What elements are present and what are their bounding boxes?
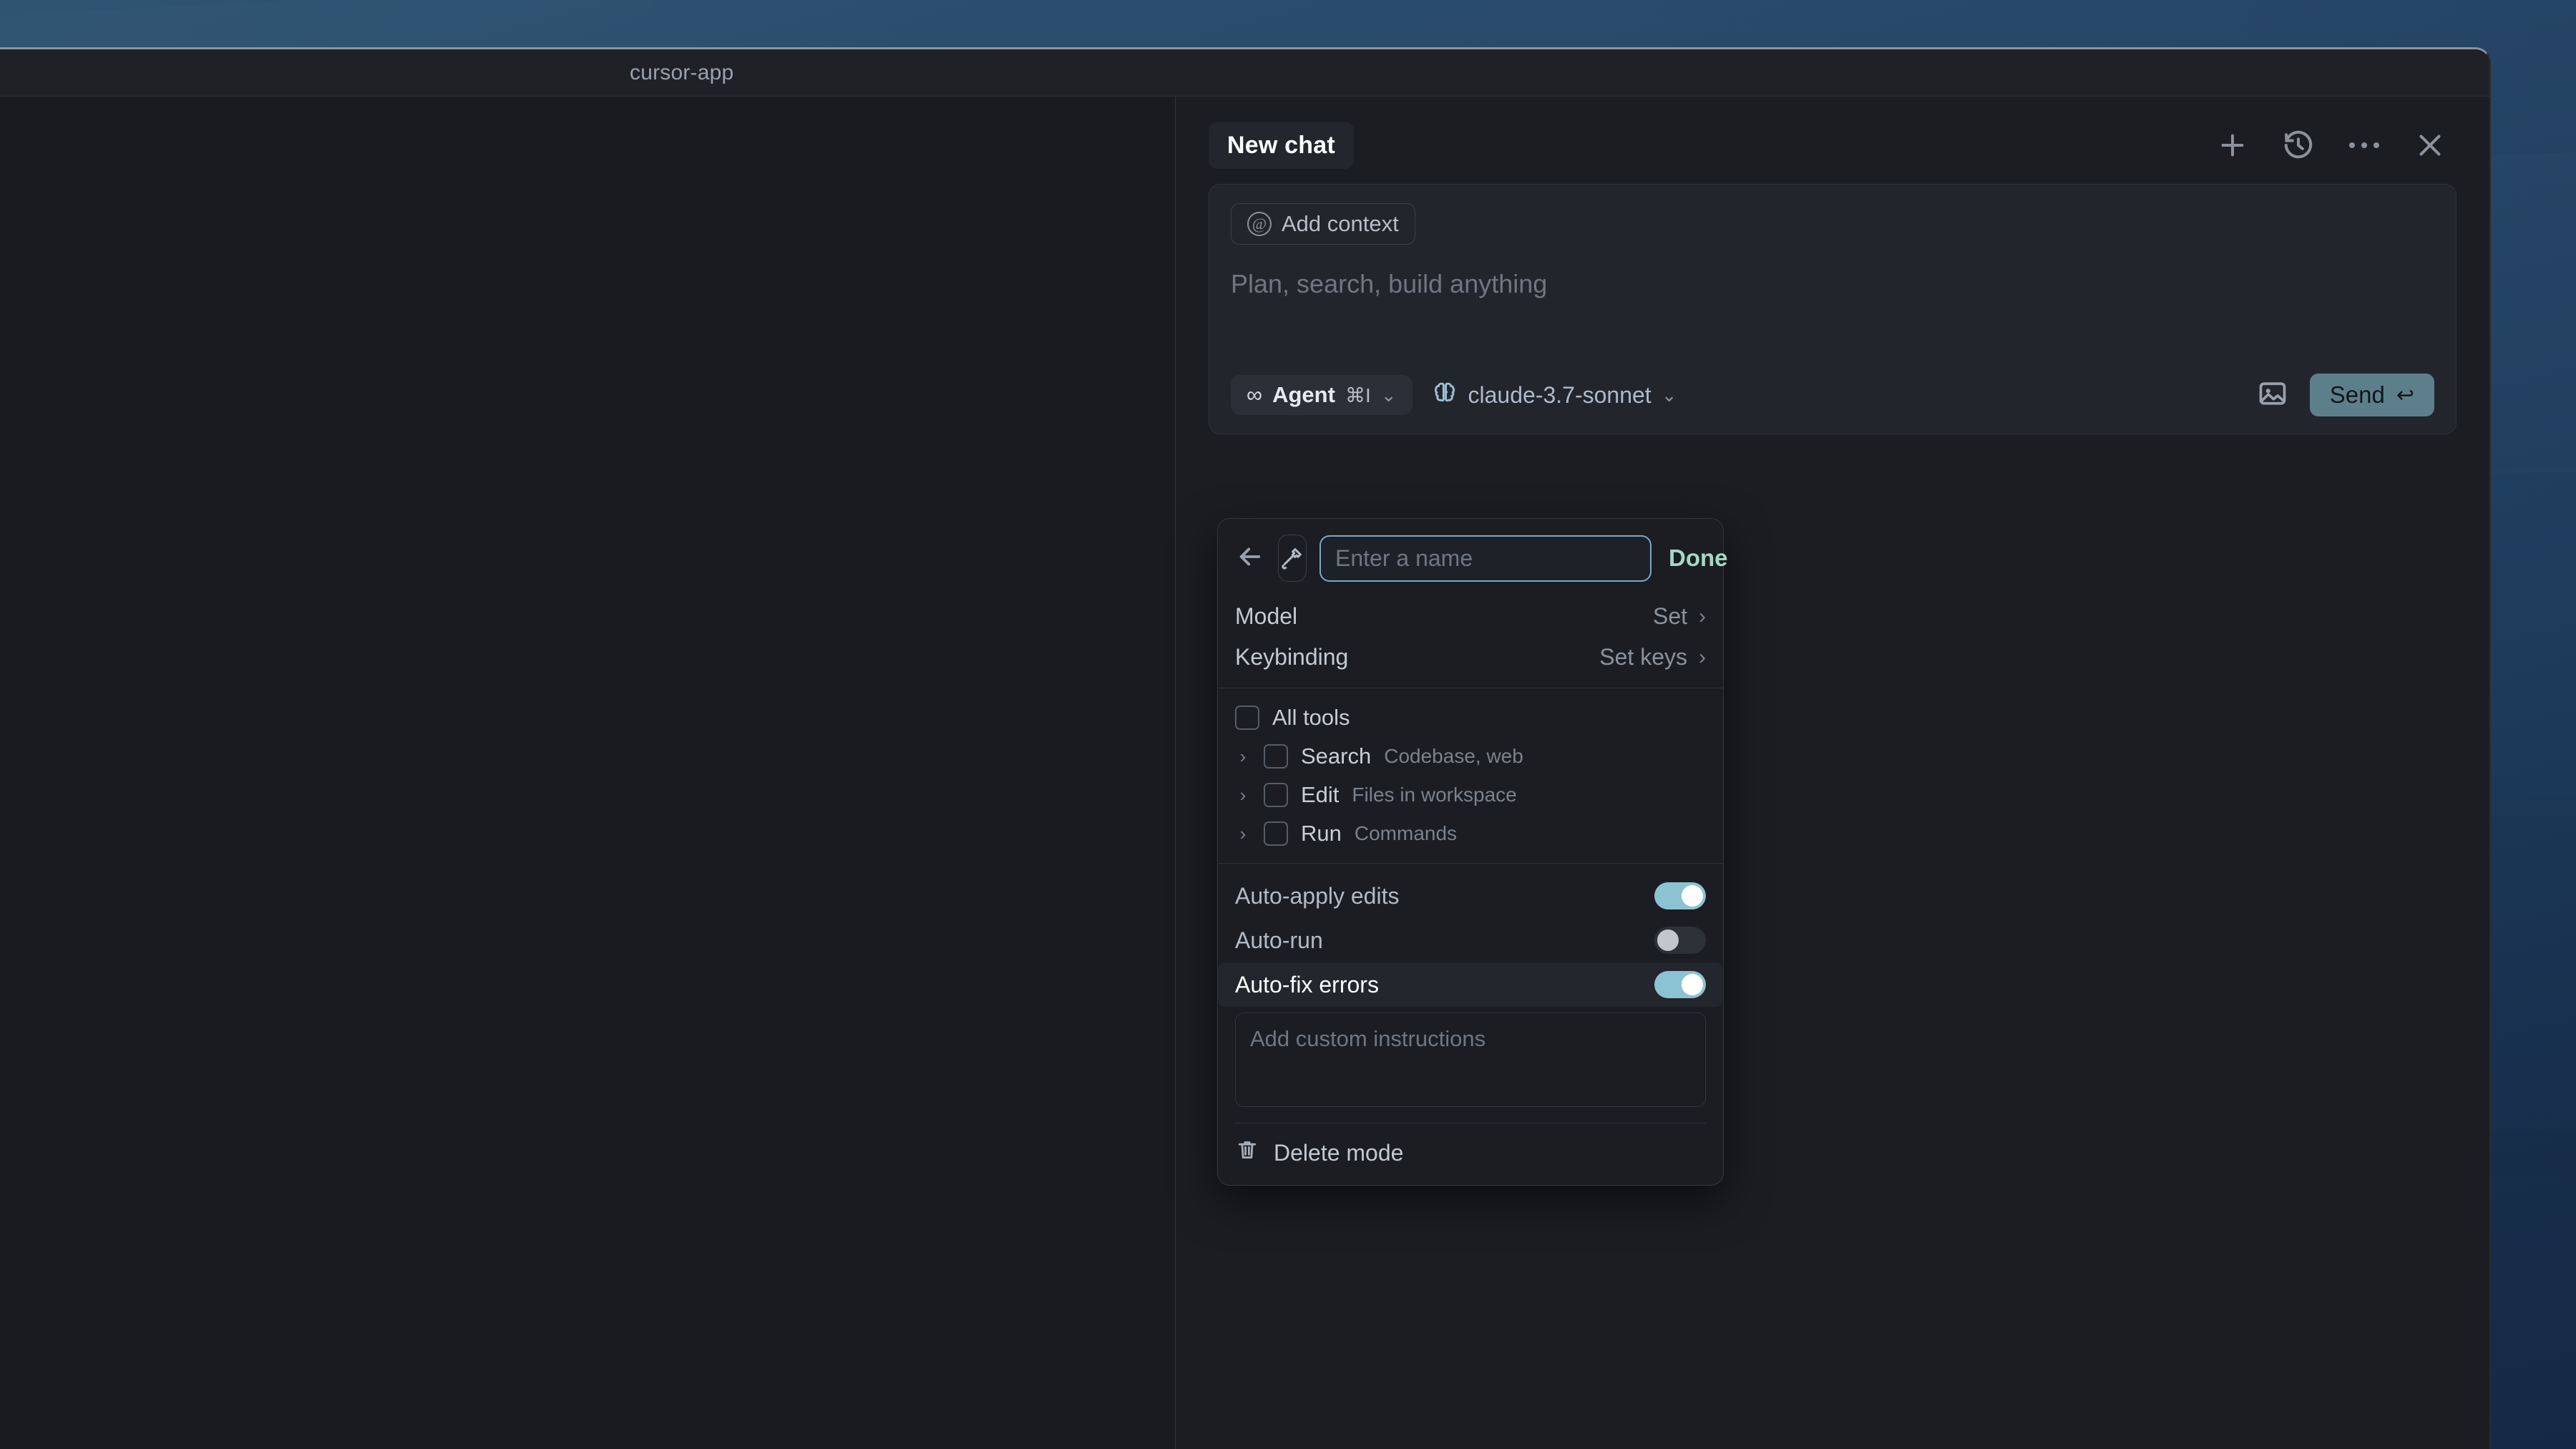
divider <box>1218 863 1723 864</box>
agent-mode-selector[interactable]: ∞ Agent ⌘I ⌄ <box>1231 375 1413 415</box>
mode-panel-header: Done <box>1218 519 1723 596</box>
delete-mode-label: Delete mode <box>1274 1140 1403 1166</box>
done-button[interactable]: Done <box>1664 545 1728 572</box>
window-title: cursor-app <box>630 61 733 85</box>
agent-shortcut-label: ⌘I <box>1345 384 1371 407</box>
add-context-button[interactable]: @ Add context <box>1231 203 1415 245</box>
auto-run-toggle[interactable] <box>1654 927 1706 954</box>
chat-composer: @ Add context Plan, search, build anythi… <box>1209 184 2457 434</box>
send-label: Send <box>2330 381 2385 409</box>
run-tool-checkbox[interactable] <box>1264 821 1288 846</box>
chevron-right-icon: › <box>1699 605 1706 629</box>
composer-footer: ∞ Agent ⌘I ⌄ claude-3.7-sonnet ⌄ <box>1231 374 2434 416</box>
auto-apply-edits-toggle[interactable] <box>1654 882 1706 909</box>
history-icon[interactable] <box>2282 129 2315 162</box>
enter-key-icon: ↩ <box>2396 383 2414 408</box>
composer-right-actions: Send ↩ <box>2257 374 2434 416</box>
auto-fix-errors-toggle[interactable] <box>1654 971 1706 998</box>
send-button[interactable]: Send ↩ <box>2310 374 2434 416</box>
keybinding-setting-row[interactable]: Keybinding Set keys › <box>1218 637 1723 678</box>
model-name-label: claude-3.7-sonnet <box>1468 382 1652 409</box>
chevron-right-icon: › <box>1699 645 1706 670</box>
toggle-row-auto-apply-edits[interactable]: Auto-apply edits <box>1218 874 1723 918</box>
chevron-down-icon: ⌄ <box>1662 386 1677 404</box>
chat-title[interactable]: New chat <box>1209 122 1354 169</box>
search-tool-checkbox[interactable] <box>1264 744 1288 769</box>
chevron-down-icon: ⌄ <box>1381 386 1397 404</box>
search-tool-label: Search <box>1301 743 1371 769</box>
tool-row-run[interactable]: › Run Commands <box>1218 814 1723 853</box>
run-tool-label: Run <box>1301 821 1342 847</box>
run-tool-description: Commands <box>1355 822 1457 845</box>
toggle-row-auto-fix-errors[interactable]: Auto-fix errors <box>1218 962 1723 1007</box>
custom-instructions-input[interactable]: Add custom instructions <box>1235 1013 1706 1107</box>
infinity-icon: ∞ <box>1246 382 1262 408</box>
more-options-icon[interactable] <box>2348 129 2381 162</box>
chat-header-actions <box>2216 129 2457 162</box>
close-icon[interactable] <box>2414 129 2446 162</box>
edit-tool-checkbox[interactable] <box>1264 783 1288 807</box>
model-setting-label: Model <box>1235 603 1297 630</box>
agent-mode-label: Agent <box>1272 382 1335 408</box>
keybinding-setting-label: Keybinding <box>1235 644 1348 670</box>
keybinding-setting-value: Set keys › <box>1599 644 1706 670</box>
tool-row-edit[interactable]: › Edit Files in workspace <box>1218 776 1723 814</box>
chevron-right-icon[interactable]: › <box>1235 746 1251 768</box>
edit-tool-label: Edit <box>1301 782 1339 808</box>
chevron-right-icon[interactable]: › <box>1235 784 1251 806</box>
model-setting-value: Set › <box>1653 603 1706 630</box>
all-tools-checkbox[interactable] <box>1235 706 1259 730</box>
keybinding-setting-value-text: Set keys <box>1599 644 1687 670</box>
mode-name-input[interactable] <box>1319 535 1652 582</box>
chevron-right-icon[interactable]: › <box>1235 823 1251 845</box>
auto-apply-edits-label: Auto-apply edits <box>1235 883 1399 909</box>
back-arrow-icon[interactable] <box>1235 542 1265 575</box>
search-tool-description: Codebase, web <box>1384 745 1523 768</box>
attach-image-icon[interactable] <box>2257 378 2288 413</box>
auto-fix-errors-label: Auto-fix errors <box>1235 972 1379 998</box>
chat-panel: New chat <box>1176 97 2489 1449</box>
mode-icon-button[interactable] <box>1278 535 1307 582</box>
at-symbol-icon: @ <box>1247 212 1272 236</box>
prompt-input[interactable]: Plan, search, build anything <box>1231 269 2434 299</box>
all-tools-label: All tools <box>1272 705 1350 731</box>
trash-icon <box>1235 1138 1259 1168</box>
model-setting-row[interactable]: Model Set › <box>1218 596 1723 637</box>
workbench: New chat <box>0 97 2489 1449</box>
application-window: cursor-app New chat <box>0 47 2491 1449</box>
mode-config-panel: Done Model Set › Keybinding Set keys › <box>1217 518 1724 1186</box>
edit-tool-description: Files in workspace <box>1352 784 1516 806</box>
all-tools-row[interactable]: All tools <box>1218 698 1723 737</box>
brain-icon <box>1431 379 1458 411</box>
new-chat-icon[interactable] <box>2216 129 2249 162</box>
auto-run-label: Auto-run <box>1235 927 1323 954</box>
model-setting-value-text: Set <box>1653 603 1687 630</box>
model-selector[interactable]: claude-3.7-sonnet ⌄ <box>1431 379 1677 411</box>
tool-row-search[interactable]: › Search Codebase, web <box>1218 737 1723 776</box>
delete-mode-button[interactable]: Delete mode <box>1218 1123 1723 1185</box>
add-context-label: Add context <box>1282 211 1399 237</box>
toggle-row-auto-run[interactable]: Auto-run <box>1218 918 1723 962</box>
window-titlebar[interactable]: cursor-app <box>0 49 2489 97</box>
chat-header: New chat <box>1209 97 2457 184</box>
editor-area[interactable] <box>0 97 1176 1449</box>
